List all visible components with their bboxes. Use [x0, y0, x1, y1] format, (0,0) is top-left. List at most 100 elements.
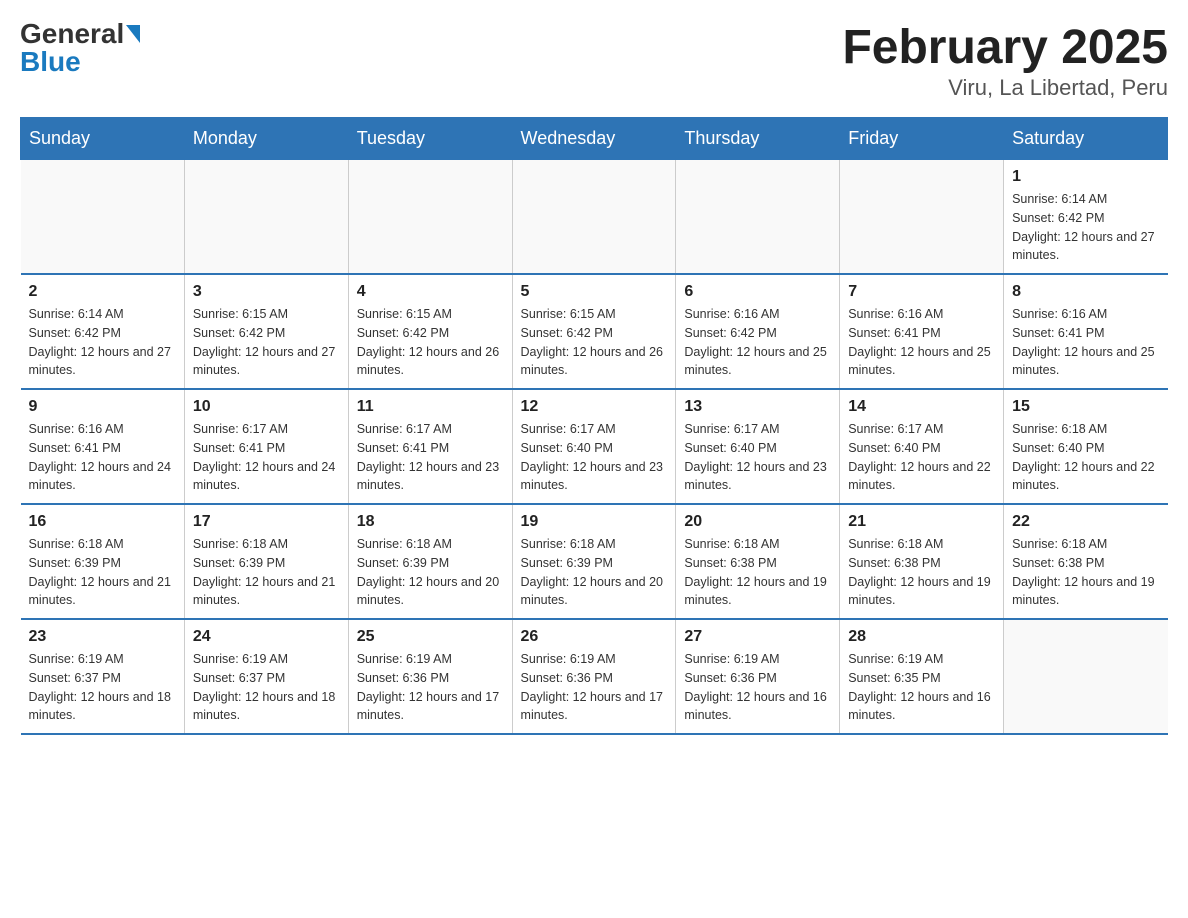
- day-number: 5: [521, 283, 668, 301]
- day-number: 15: [1012, 398, 1159, 416]
- day-number: 27: [684, 628, 831, 646]
- calendar-cell: 16 Sunrise: 6:18 AM Sunset: 6:39 PM Dayli…: [21, 504, 185, 619]
- calendar-subtitle: Viru, La Libertad, Peru: [842, 75, 1168, 101]
- day-number: 21: [848, 513, 995, 531]
- day-number: 23: [29, 628, 176, 646]
- calendar-cell: 18Sunrise: 6:18 AM Sunset: 6:39 PM Dayli…: [348, 504, 512, 619]
- calendar-week-row: 9 Sunrise: 6:16 AM Sunset: 6:41 PM Daylig…: [21, 389, 1168, 504]
- day-number: 8: [1012, 283, 1159, 301]
- day-info: Sunrise: 6:16 AM Sunset: 6:42 PM Dayligh…: [684, 305, 831, 380]
- calendar-cell: [840, 160, 1004, 275]
- calendar-cell: [1004, 619, 1168, 734]
- day-number: 13: [684, 398, 831, 416]
- calendar-cell: 26 Sunrise: 6:19 AM Sunset: 6:36 PM Dayli…: [512, 619, 676, 734]
- day-info: Sunrise: 6:17 AM Sunset: 6:40 PM Dayligh…: [848, 420, 995, 495]
- header-thursday: Thursday: [676, 118, 840, 160]
- day-number: 1: [1012, 168, 1159, 186]
- day-info: Sunrise: 6:15 AM Sunset: 6:42 PM Dayligh…: [193, 305, 340, 380]
- day-info: Sunrise: 6:14 AM Sunset: 6:42 PM Dayligh…: [29, 305, 176, 380]
- day-number: 28: [848, 628, 995, 646]
- calendar-cell: [21, 160, 185, 275]
- day-info: Sunrise: 6:19 AM Sunset: 6:37 PM Dayligh…: [193, 650, 340, 725]
- day-info: Sunrise: 6:19 AM Sunset: 6:36 PM Dayligh…: [521, 650, 668, 725]
- calendar-cell: 19 Sunrise: 6:18 AM Sunset: 6:39 PM Dayli…: [512, 504, 676, 619]
- day-number: 24: [193, 628, 340, 646]
- day-info: Sunrise: 6:16 AM Sunset: 6:41 PM Dayligh…: [29, 420, 176, 495]
- day-number: 25: [357, 628, 504, 646]
- day-info: Sunrise: 6:18 AM Sunset: 6:38 PM Dayligh…: [684, 535, 831, 610]
- day-info: Sunrise: 6:18 AM Sunset: 6:40 PM Dayligh…: [1012, 420, 1159, 495]
- day-info: Sunrise: 6:19 AM Sunset: 6:37 PM Dayligh…: [29, 650, 176, 725]
- header-sunday: Sunday: [21, 118, 185, 160]
- day-info: Sunrise: 6:17 AM Sunset: 6:40 PM Dayligh…: [521, 420, 668, 495]
- calendar-cell: 28 Sunrise: 6:19 AM Sunset: 6:35 PM Dayli…: [840, 619, 1004, 734]
- day-info: Sunrise: 6:18 AM Sunset: 6:39 PM Dayligh…: [521, 535, 668, 610]
- day-info: Sunrise: 6:16 AM Sunset: 6:41 PM Dayligh…: [1012, 305, 1159, 380]
- day-info: Sunrise: 6:19 AM Sunset: 6:36 PM Dayligh…: [357, 650, 504, 725]
- day-number: 18: [357, 513, 504, 531]
- day-number: 9: [29, 398, 176, 416]
- calendar-title: February 2025: [842, 20, 1168, 75]
- day-number: 12: [521, 398, 668, 416]
- day-info: Sunrise: 6:18 AM Sunset: 6:39 PM Dayligh…: [193, 535, 340, 610]
- logo-general-text: General: [20, 20, 124, 48]
- day-number: 10: [193, 398, 340, 416]
- day-number: 17: [193, 513, 340, 531]
- day-info: Sunrise: 6:19 AM Sunset: 6:35 PM Dayligh…: [848, 650, 995, 725]
- calendar-cell: 13 Sunrise: 6:17 AM Sunset: 6:40 PM Dayli…: [676, 389, 840, 504]
- day-number: 26: [521, 628, 668, 646]
- day-number: 14: [848, 398, 995, 416]
- calendar-cell: 7Sunrise: 6:16 AM Sunset: 6:41 PM Daylig…: [840, 274, 1004, 389]
- header-friday: Friday: [840, 118, 1004, 160]
- day-number: 22: [1012, 513, 1159, 531]
- calendar-cell: 21Sunrise: 6:18 AM Sunset: 6:38 PM Dayli…: [840, 504, 1004, 619]
- day-number: 19: [521, 513, 668, 531]
- calendar-cell: 15 Sunrise: 6:18 AM Sunset: 6:40 PM Dayli…: [1004, 389, 1168, 504]
- logo-blue-text: Blue: [20, 48, 81, 76]
- day-info: Sunrise: 6:17 AM Sunset: 6:40 PM Dayligh…: [684, 420, 831, 495]
- header-wednesday: Wednesday: [512, 118, 676, 160]
- day-number: 20: [684, 513, 831, 531]
- calendar-cell: 1 Sunrise: 6:14 AM Sunset: 6:42 PM Daylig…: [1004, 160, 1168, 275]
- logo-arrow-icon: [126, 25, 140, 43]
- day-number: 7: [848, 283, 995, 301]
- calendar-cell: 11Sunrise: 6:17 AM Sunset: 6:41 PM Dayli…: [348, 389, 512, 504]
- calendar-cell: 24 Sunrise: 6:19 AM Sunset: 6:37 PM Dayli…: [184, 619, 348, 734]
- day-number: 3: [193, 283, 340, 301]
- calendar-cell: 23 Sunrise: 6:19 AM Sunset: 6:37 PM Dayli…: [21, 619, 185, 734]
- calendar-cell: 14 Sunrise: 6:17 AM Sunset: 6:40 PM Dayli…: [840, 389, 1004, 504]
- calendar-cell: [676, 160, 840, 275]
- calendar-cell: [184, 160, 348, 275]
- calendar-cell: 27 Sunrise: 6:19 AM Sunset: 6:36 PM Dayli…: [676, 619, 840, 734]
- calendar-cell: 5 Sunrise: 6:15 AM Sunset: 6:42 PM Daylig…: [512, 274, 676, 389]
- calendar-cell: 10 Sunrise: 6:17 AM Sunset: 6:41 PM Dayli…: [184, 389, 348, 504]
- day-number: 2: [29, 283, 176, 301]
- header-monday: Monday: [184, 118, 348, 160]
- calendar-cell: 22 Sunrise: 6:18 AM Sunset: 6:38 PM Dayli…: [1004, 504, 1168, 619]
- day-number: 6: [684, 283, 831, 301]
- calendar-cell: [348, 160, 512, 275]
- day-info: Sunrise: 6:17 AM Sunset: 6:41 PM Dayligh…: [193, 420, 340, 495]
- header-saturday: Saturday: [1004, 118, 1168, 160]
- calendar-week-row: 2 Sunrise: 6:14 AM Sunset: 6:42 PM Daylig…: [21, 274, 1168, 389]
- day-number: 16: [29, 513, 176, 531]
- day-info: Sunrise: 6:18 AM Sunset: 6:38 PM Dayligh…: [1012, 535, 1159, 610]
- header-tuesday: Tuesday: [348, 118, 512, 160]
- calendar-cell: 17 Sunrise: 6:18 AM Sunset: 6:39 PM Dayli…: [184, 504, 348, 619]
- calendar-cell: 20 Sunrise: 6:18 AM Sunset: 6:38 PM Dayli…: [676, 504, 840, 619]
- calendar-header-row: Sunday Monday Tuesday Wednesday Thursday…: [21, 118, 1168, 160]
- calendar-table: Sunday Monday Tuesday Wednesday Thursday…: [20, 117, 1168, 735]
- calendar-cell: 6 Sunrise: 6:16 AM Sunset: 6:42 PM Daylig…: [676, 274, 840, 389]
- calendar-cell: [512, 160, 676, 275]
- calendar-cell: 8 Sunrise: 6:16 AM Sunset: 6:41 PM Daylig…: [1004, 274, 1168, 389]
- calendar-week-row: 1 Sunrise: 6:14 AM Sunset: 6:42 PM Daylig…: [21, 160, 1168, 275]
- page-header: General Blue February 2025 Viru, La Libe…: [20, 20, 1168, 101]
- calendar-cell: 3 Sunrise: 6:15 AM Sunset: 6:42 PM Daylig…: [184, 274, 348, 389]
- day-info: Sunrise: 6:19 AM Sunset: 6:36 PM Dayligh…: [684, 650, 831, 725]
- day-info: Sunrise: 6:18 AM Sunset: 6:39 PM Dayligh…: [29, 535, 176, 610]
- day-info: Sunrise: 6:14 AM Sunset: 6:42 PM Dayligh…: [1012, 190, 1159, 265]
- calendar-week-row: 23 Sunrise: 6:19 AM Sunset: 6:37 PM Dayli…: [21, 619, 1168, 734]
- day-info: Sunrise: 6:15 AM Sunset: 6:42 PM Dayligh…: [521, 305, 668, 380]
- calendar-cell: 12 Sunrise: 6:17 AM Sunset: 6:40 PM Dayli…: [512, 389, 676, 504]
- calendar-cell: 9 Sunrise: 6:16 AM Sunset: 6:41 PM Daylig…: [21, 389, 185, 504]
